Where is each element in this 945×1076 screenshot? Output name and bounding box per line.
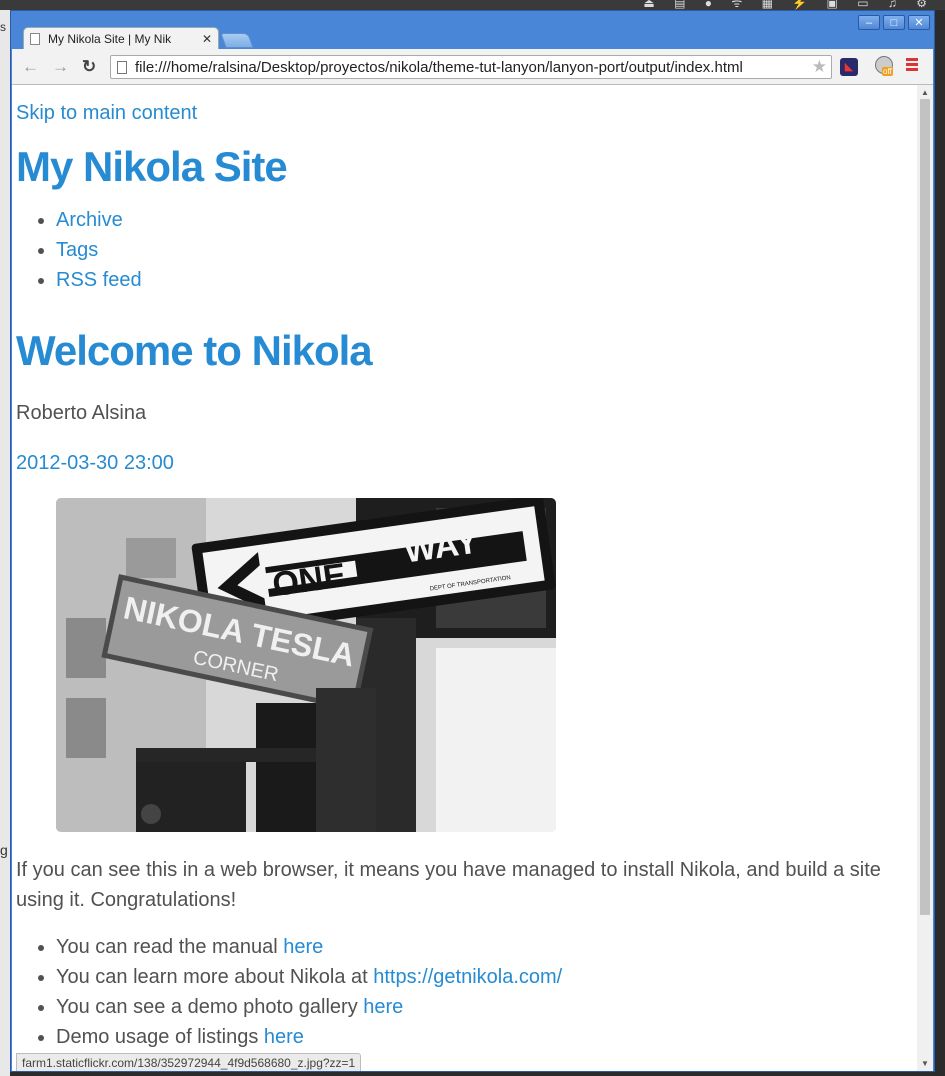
- list-item: You can read the manual here: [56, 932, 562, 962]
- status-bubble: farm1.staticflickr.com/138/352972944_4f9…: [16, 1053, 362, 1071]
- scroll-down-icon[interactable]: ▼: [921, 1059, 929, 1068]
- page-icon: [30, 32, 40, 45]
- nav-item-tags: Tags: [56, 235, 142, 265]
- list-item: You can learn more about Nikola at https…: [56, 962, 562, 992]
- nav-item-rss: RSS feed: [56, 265, 142, 295]
- browser-window: – □ ✕ My Nikola Site | My Nik ✕ ← → ↻ fi…: [10, 10, 935, 1072]
- reload-icon[interactable]: ↻: [82, 57, 96, 77]
- desktop-background: s g: [0, 10, 10, 1076]
- tab-active[interactable]: My Nikola Site | My Nik ✕: [23, 27, 219, 49]
- listings-link[interactable]: here: [264, 1026, 304, 1048]
- page-icon: [117, 60, 127, 74]
- list-item-text: You can see a demo photo gallery: [56, 996, 364, 1018]
- list-item-text: You can learn more about Nikola at: [56, 966, 374, 988]
- list-item-text: You can read the manual: [56, 936, 284, 958]
- list-item: Demo usage of listings here: [56, 1022, 562, 1052]
- skip-link[interactable]: Skip to main content: [16, 102, 197, 125]
- extension-icon[interactable]: ◣: [840, 58, 858, 76]
- post-title[interactable]: Welcome to Nikola: [16, 327, 373, 375]
- back-arrow-icon[interactable]: ←: [22, 57, 39, 77]
- page-viewport: Skip to main content My Nikola Site Arch…: [12, 85, 917, 1071]
- browser-toolbar: ← → ↻ file:///home/ralsina/Desktop/proye…: [12, 49, 933, 85]
- forward-arrow-icon[interactable]: →: [52, 57, 69, 77]
- post-intro: If you can see this in a web browser, it…: [16, 859, 881, 911]
- window-controls: – □ ✕: [858, 15, 930, 30]
- nikola-site-link[interactable]: https://getnikola.com/: [373, 966, 562, 988]
- nav-item-archive: Archive: [56, 205, 142, 235]
- nav-link-rss[interactable]: RSS feed: [56, 269, 142, 291]
- manual-link[interactable]: here: [283, 936, 323, 958]
- system-top-bar: ⏏ ▤ ● ᯤ ▦ ⚡ ▣ ▭ ♫ ⚙: [0, 0, 945, 10]
- minimize-icon[interactable]: –: [858, 15, 880, 30]
- nav-link-archive[interactable]: Archive: [56, 209, 123, 231]
- close-icon[interactable]: ✕: [908, 15, 930, 30]
- tab-title: My Nikola Site | My Nik: [48, 31, 172, 46]
- post-image: ONE WAY DEPT OF TRANSPORTATION NIKOLA TE…: [56, 498, 556, 832]
- tab-strip: My Nikola Site | My Nik ✕: [19, 27, 419, 49]
- address-url[interactable]: file:///home/ralsina/Desktop/proyectos/n…: [135, 59, 812, 76]
- desktop-fragment-g: g: [0, 842, 8, 858]
- gallery-link[interactable]: here: [363, 996, 403, 1018]
- nav-link-tags[interactable]: Tags: [56, 239, 98, 261]
- list-item: You can see a demo photo gallery here: [56, 992, 562, 1022]
- scrollbar-thumb[interactable]: [920, 99, 930, 915]
- scroll-up-icon[interactable]: ▲: [921, 88, 929, 97]
- tab-close-icon[interactable]: ✕: [202, 32, 212, 46]
- desktop-fragment-s: s: [0, 20, 6, 34]
- site-nav: Archive Tags RSS feed: [16, 205, 142, 295]
- browser-menu-icon[interactable]: [906, 58, 918, 73]
- page-scrollbar[interactable]: ▲ ▼: [917, 85, 933, 1071]
- post-author: Roberto Alsina: [16, 402, 147, 424]
- extension-badge: off: [882, 67, 893, 76]
- list-item-text: Demo usage of listings: [56, 1026, 264, 1048]
- post-list: You can read the manual here You can lea…: [16, 932, 562, 1052]
- address-bar[interactable]: file:///home/ralsina/Desktop/proyectos/n…: [110, 55, 832, 79]
- site-title[interactable]: My Nikola Site: [16, 143, 288, 191]
- bookmark-star-icon[interactable]: ★: [812, 57, 827, 77]
- new-tab-button[interactable]: [220, 33, 254, 48]
- maximize-icon[interactable]: □: [883, 15, 905, 30]
- extension-toggle-icon[interactable]: off: [874, 56, 894, 78]
- post-date[interactable]: 2012-03-30 23:00: [16, 452, 174, 475]
